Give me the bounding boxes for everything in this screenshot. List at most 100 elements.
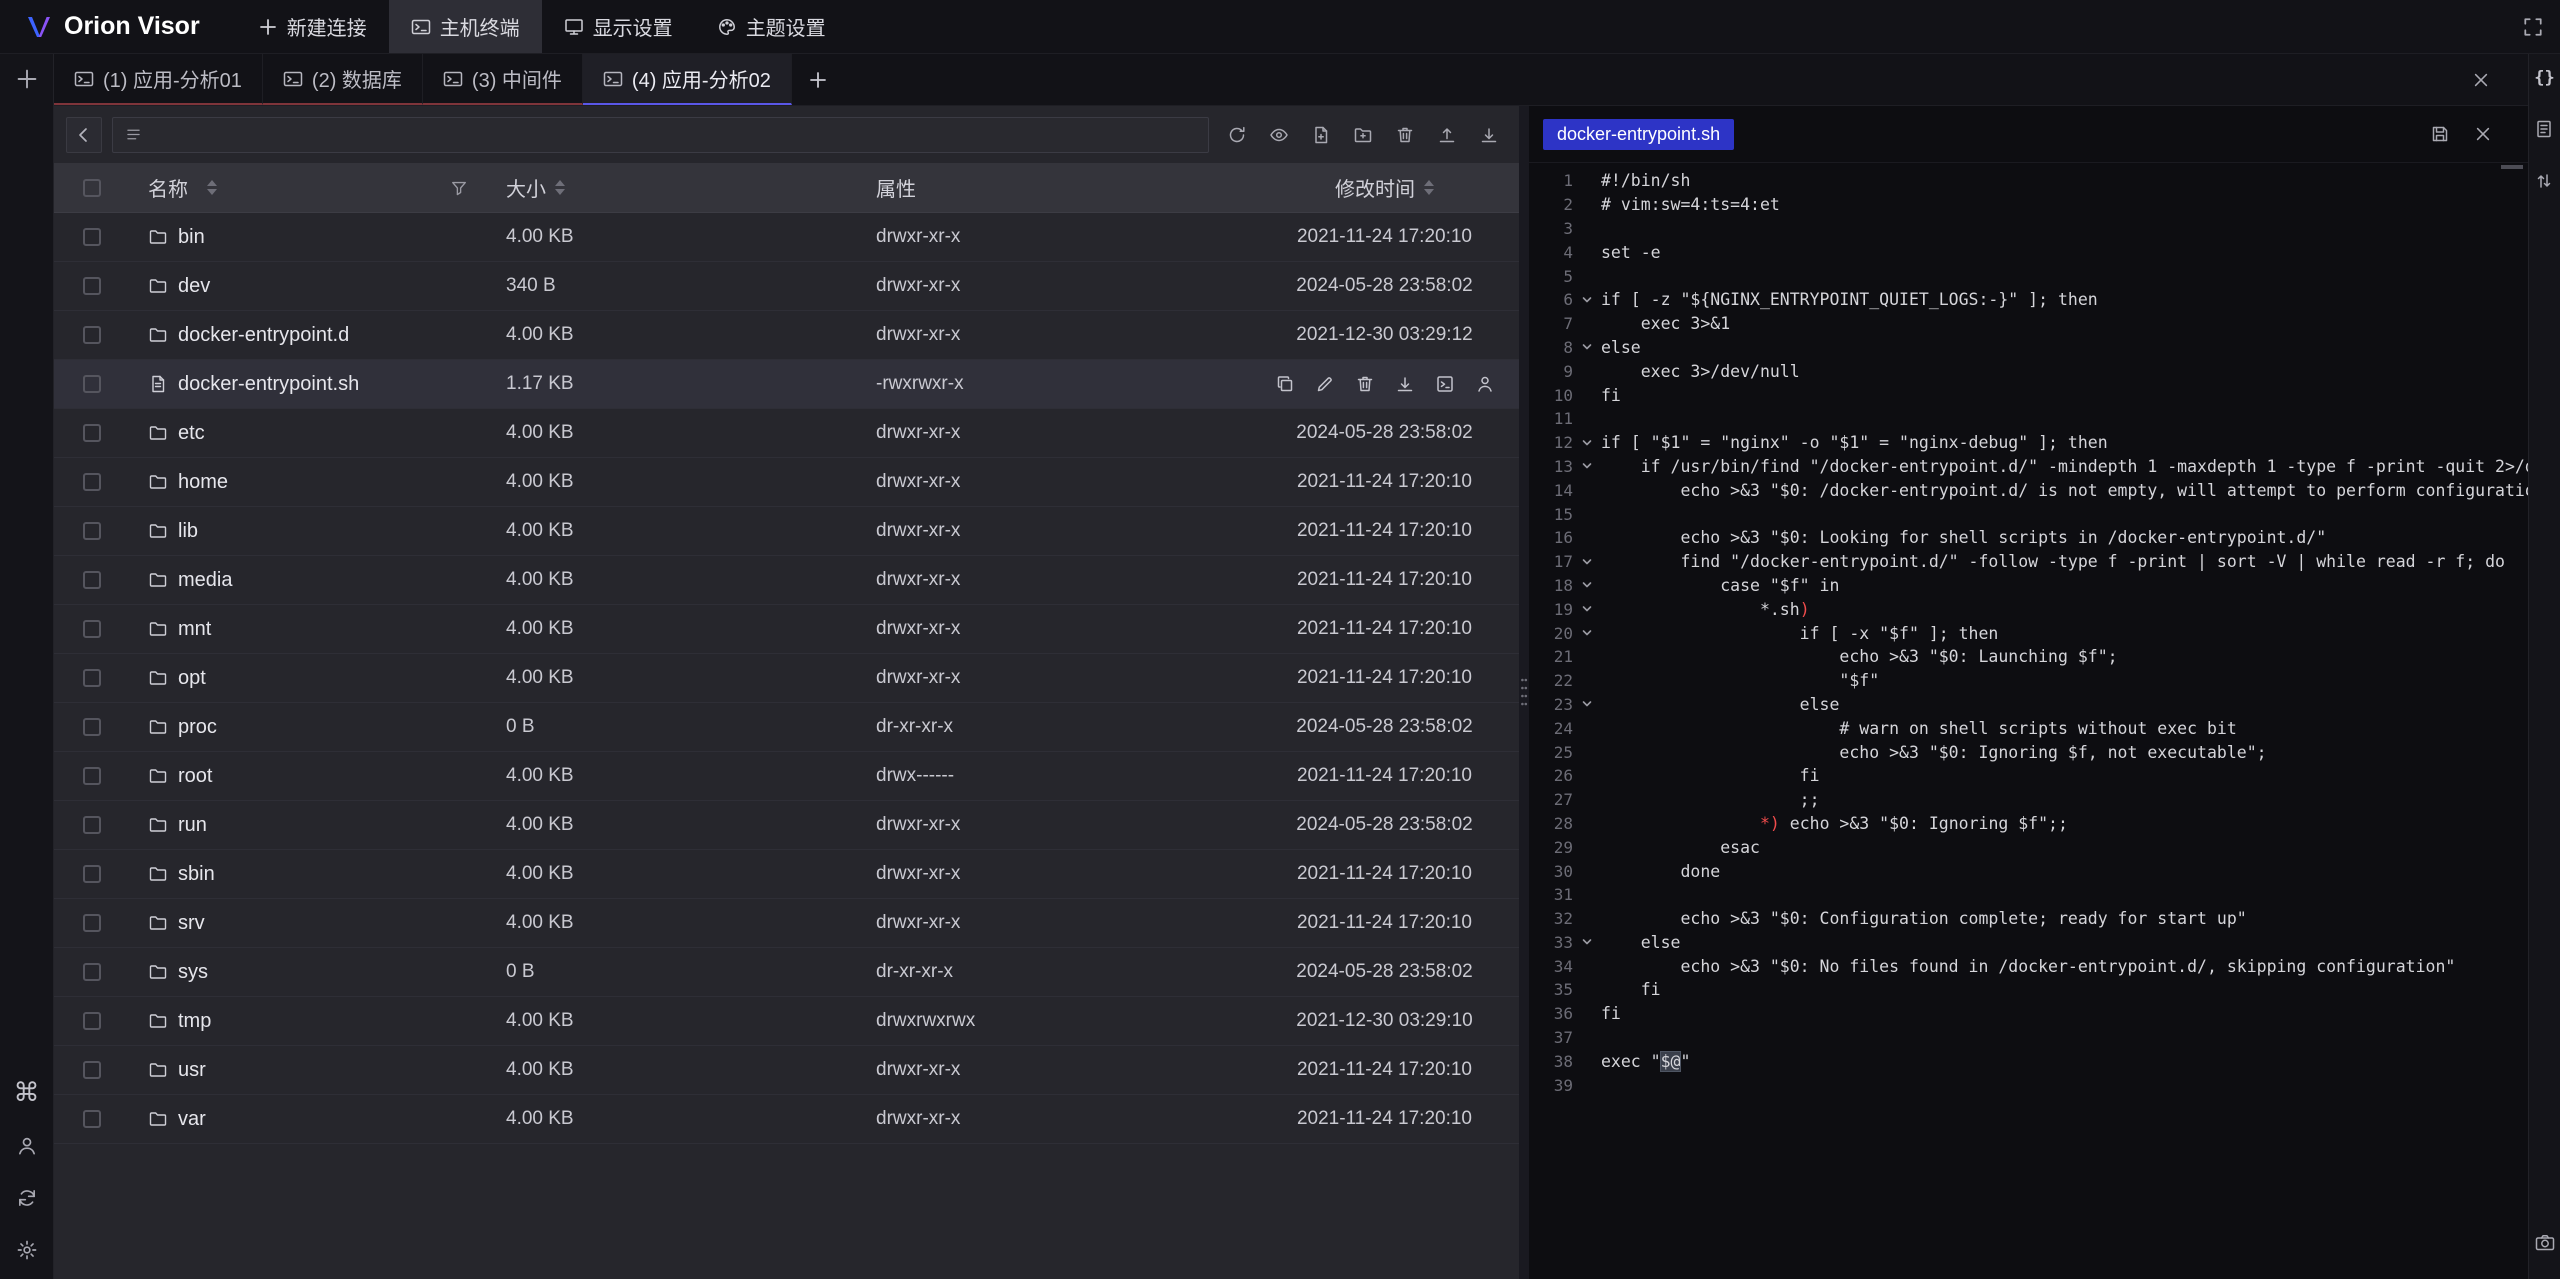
code-line[interactable]: 39 (1529, 1073, 2528, 1097)
code-line[interactable]: 3 (1529, 217, 2528, 241)
row-checkbox[interactable] (83, 277, 101, 295)
file-name[interactable]: etc (178, 422, 205, 445)
menu-item[interactable]: 新建连接 (236, 0, 389, 53)
fold-icon[interactable] (1573, 436, 1601, 450)
fold-icon[interactable] (1573, 555, 1601, 569)
row-checkbox[interactable] (83, 571, 101, 589)
code-line[interactable]: 27 ;; (1529, 788, 2528, 812)
row-checkbox[interactable] (83, 522, 101, 540)
row-checkbox[interactable] (83, 620, 101, 638)
user-icon[interactable] (16, 1135, 38, 1157)
code-line[interactable]: 26 fi (1529, 764, 2528, 788)
fold-icon[interactable] (1573, 340, 1601, 354)
code-line[interactable]: 18 case "$f" in (1529, 574, 2528, 598)
panel-resize-handle[interactable] (1519, 106, 1529, 1279)
screenshot-icon[interactable] (2534, 1232, 2556, 1254)
back-button[interactable] (66, 117, 102, 153)
code-line[interactable]: 4set -e (1529, 240, 2528, 264)
add-tab-button[interactable] (792, 54, 844, 105)
code-line[interactable]: 14 echo >&3 "$0: /docker-entrypoint.d/ i… (1529, 478, 2528, 502)
table-row[interactable]: sbin 4.00 KB drwxr-xr-x 2021-11-24 17:20… (54, 850, 1519, 899)
delete-icon[interactable] (1387, 117, 1423, 153)
sort-icon[interactable] (555, 180, 565, 195)
table-row[interactable]: sys 0 B dr-xr-xr-x 2024-05-28 23:58:02 (54, 948, 1519, 997)
code-line[interactable]: 34 echo >&3 "$0: No files found in /dock… (1529, 954, 2528, 978)
path-input[interactable] (112, 117, 1209, 153)
row-checkbox[interactable] (83, 1012, 101, 1030)
commands-icon[interactable] (2534, 119, 2554, 139)
menu-item[interactable]: 显示设置 (542, 0, 695, 53)
code-line[interactable]: 10fi (1529, 383, 2528, 407)
fullscreen-icon[interactable] (2522, 16, 2544, 38)
file-name[interactable]: sbin (178, 863, 215, 886)
file-name[interactable]: opt (178, 667, 206, 690)
row-checkbox[interactable] (83, 473, 101, 491)
code-line[interactable]: 9 exec 3>/dev/null (1529, 359, 2528, 383)
file-name[interactable]: usr (178, 1059, 206, 1082)
copy-icon[interactable] (1275, 374, 1295, 394)
permission-icon[interactable] (1475, 374, 1495, 394)
row-checkbox[interactable] (83, 424, 101, 442)
row-checkbox[interactable] (83, 326, 101, 344)
code-line[interactable]: 31 (1529, 883, 2528, 907)
row-checkbox[interactable] (83, 718, 101, 736)
table-row[interactable]: etc 4.00 KB drwxr-xr-x 2024-05-28 23:58:… (54, 409, 1519, 458)
file-name[interactable]: srv (178, 912, 205, 935)
code-line[interactable]: 2# vim:sw=4:ts=4:et (1529, 193, 2528, 217)
code-line[interactable]: 12if [ "$1" = "nginx" -o "$1" = "nginx-d… (1529, 431, 2528, 455)
code-line[interactable]: 38exec "$@" (1529, 1049, 2528, 1073)
snippets-icon[interactable]: {} (2534, 70, 2554, 87)
table-row[interactable]: var 4.00 KB drwxr-xr-x 2021-11-24 17:20:… (54, 1095, 1519, 1144)
code-line[interactable]: 16 echo >&3 "$0: Looking for shell scrip… (1529, 526, 2528, 550)
sort-icon[interactable] (207, 180, 217, 195)
new-file-icon[interactable] (1303, 117, 1339, 153)
code-line[interactable]: 15 (1529, 502, 2528, 526)
code-line[interactable]: 5 (1529, 264, 2528, 288)
table-row[interactable]: media 4.00 KB drwxr-xr-x 2021-11-24 17:2… (54, 556, 1519, 605)
save-icon[interactable] (2430, 124, 2450, 144)
download-icon[interactable] (1395, 374, 1415, 394)
file-name[interactable]: dev (178, 275, 210, 298)
select-all-checkbox[interactable] (83, 179, 101, 197)
fold-icon[interactable] (1573, 578, 1601, 592)
fold-icon[interactable] (1573, 293, 1601, 307)
row-checkbox[interactable] (83, 228, 101, 246)
fold-icon[interactable] (1573, 697, 1601, 711)
code-line[interactable]: 28 *) echo >&3 "$0: Ignoring $f";; (1529, 812, 2528, 836)
file-name[interactable]: lib (178, 520, 198, 543)
code-editor[interactable]: 1#!/bin/sh2# vim:sw=4:ts=4:et34set -e56i… (1529, 163, 2528, 1279)
file-name[interactable]: var (178, 1108, 206, 1131)
table-row[interactable]: mnt 4.00 KB drwxr-xr-x 2021-11-24 17:20:… (54, 605, 1519, 654)
table-row[interactable]: run 4.00 KB drwxr-xr-x 2024-05-28 23:58:… (54, 801, 1519, 850)
row-checkbox[interactable] (83, 1110, 101, 1128)
table-row[interactable]: usr 4.00 KB drwxr-xr-x 2021-11-24 17:20:… (54, 1046, 1519, 1095)
fold-icon[interactable] (1573, 459, 1601, 473)
row-checkbox[interactable] (83, 914, 101, 932)
table-row[interactable]: home 4.00 KB drwxr-xr-x 2021-11-24 17:20… (54, 458, 1519, 507)
terminal-tab[interactable]: (3) 中间件 (423, 54, 583, 105)
table-row[interactable]: dev 340 B drwxr-xr-x 2024-05-28 23:58:02 (54, 262, 1519, 311)
row-checkbox[interactable] (83, 963, 101, 981)
table-row[interactable]: proc 0 B dr-xr-xr-x 2024-05-28 23:58:02 (54, 703, 1519, 752)
edit-icon[interactable] (1315, 374, 1335, 394)
table-row[interactable]: opt 4.00 KB drwxr-xr-x 2021-11-24 17:20:… (54, 654, 1519, 703)
new-connection-plus-icon[interactable] (15, 67, 39, 91)
fold-icon[interactable] (1573, 935, 1601, 949)
copy-path-icon[interactable] (1435, 374, 1455, 394)
row-checkbox[interactable] (83, 865, 101, 883)
refresh-icon[interactable] (1219, 117, 1255, 153)
file-name[interactable]: bin (178, 226, 205, 249)
table-row[interactable]: docker-entrypoint.sh 1.17 KB -rwxrwxr-x (54, 360, 1519, 409)
code-line[interactable]: 25 echo >&3 "$0: Ignoring $f, not execut… (1529, 740, 2528, 764)
menu-item[interactable]: 主题设置 (695, 0, 848, 53)
code-line[interactable]: 7 exec 3>&1 (1529, 312, 2528, 336)
fold-icon[interactable] (1573, 602, 1601, 616)
file-name[interactable]: root (178, 765, 212, 788)
table-row[interactable]: lib 4.00 KB drwxr-xr-x 2021-11-24 17:20:… (54, 507, 1519, 556)
close-icon[interactable] (2472, 71, 2490, 89)
new-folder-icon[interactable] (1345, 117, 1381, 153)
code-line[interactable]: 37 (1529, 1026, 2528, 1050)
download-icon[interactable] (1471, 117, 1507, 153)
code-line[interactable]: 35 fi (1529, 978, 2528, 1002)
file-name[interactable]: home (178, 471, 228, 494)
